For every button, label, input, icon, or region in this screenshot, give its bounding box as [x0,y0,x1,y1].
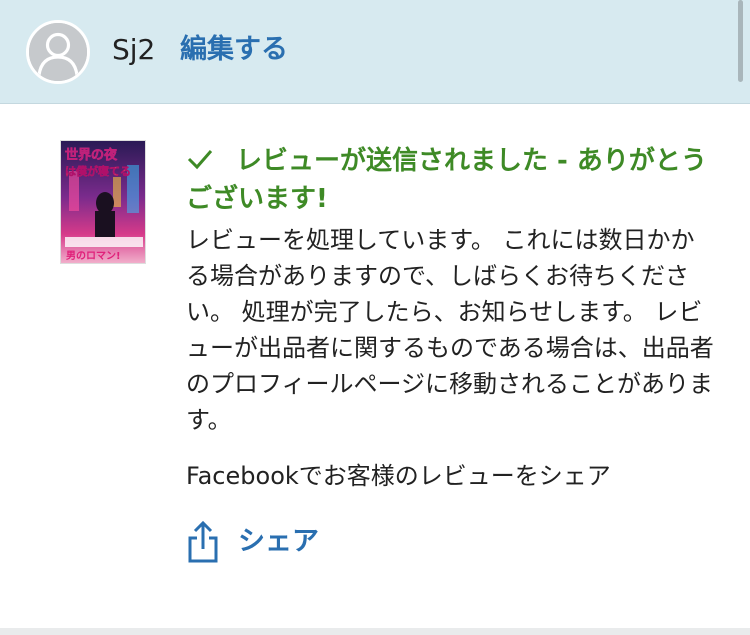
share-upload-icon [188,520,218,563]
processing-message: レビューを処理しています。 これには数日かかる場合がありますので、しばらくお待ち… [186,226,714,434]
user-silhouette-icon [29,23,87,81]
success-title-text: レビューが送信されました - ありがとうございます! [186,146,707,214]
checkmark-icon [187,150,213,170]
svg-text:は僕が寝てる: は僕が寝てる [65,164,131,178]
bottom-divider [0,628,750,635]
scrollbar[interactable] [738,0,743,82]
svg-text:男のロマン!: 男のロマン! [66,250,121,262]
header-bar: Sj2 編集する [0,0,750,104]
book-cover-image[interactable]: 世界の夜 は僕が寝てる 男のロマン! [60,140,146,264]
success-heading: レビューが送信されました - ありがとうございます! [186,142,716,218]
share-button[interactable]: シェア [186,520,716,564]
facebook-share-prompt: Facebookでお客様のレビューをシェア [186,462,611,490]
svg-text:世界の夜: 世界の夜 [65,147,118,163]
edit-profile-link[interactable]: 編集する [180,30,288,70]
review-confirmation: レビューが送信されました - ありがとうございます! レビューを処理しています。… [186,142,716,564]
avatar[interactable] [26,20,90,84]
share-label: シェア [238,526,319,557]
username: Sj2 [112,33,156,66]
